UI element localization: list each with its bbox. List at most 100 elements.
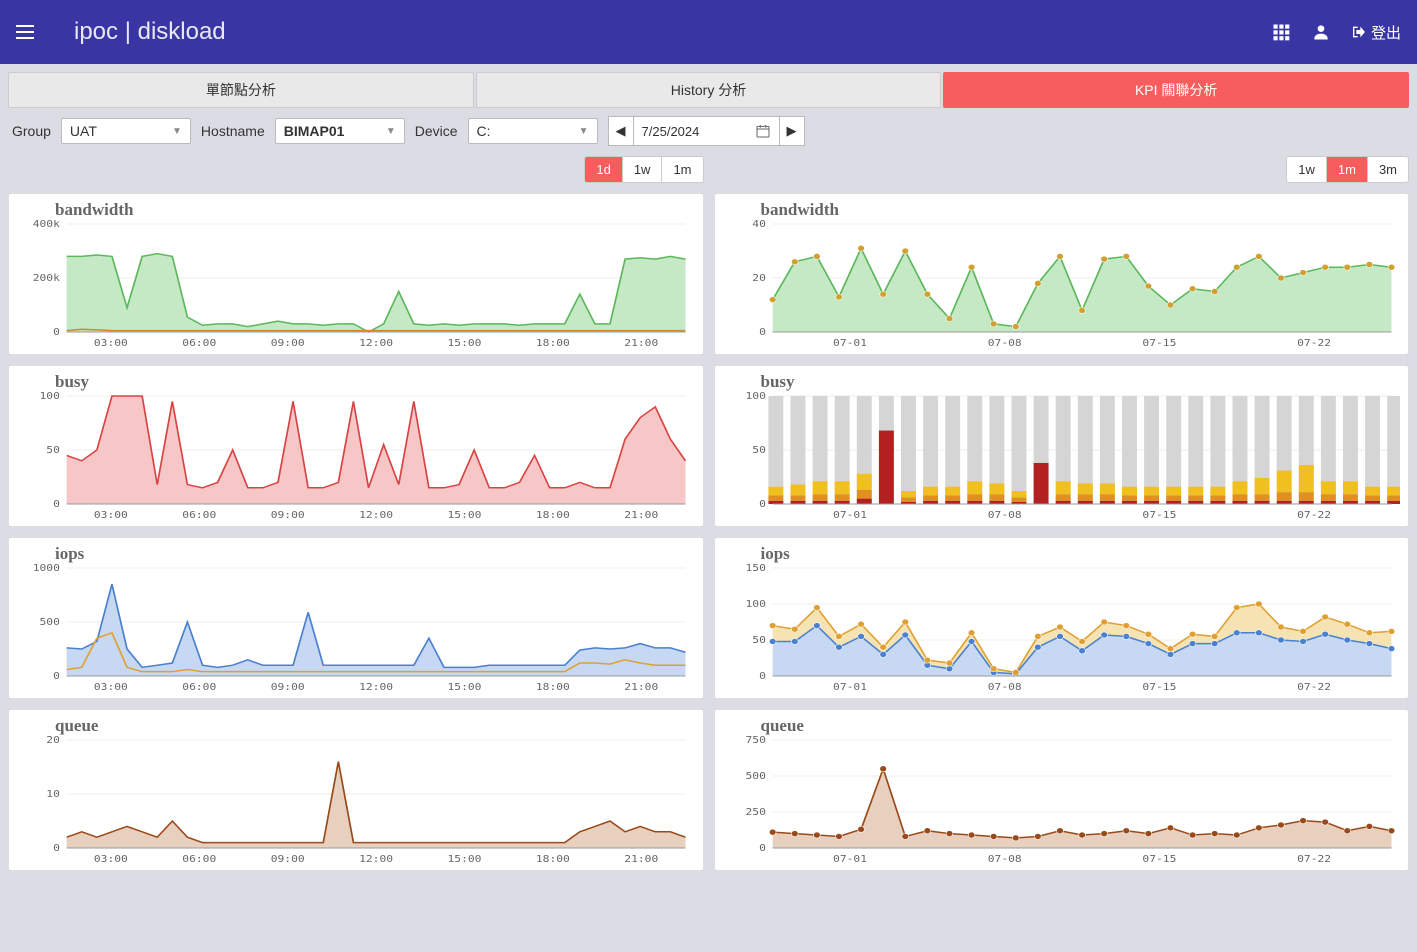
- range-1m[interactable]: 1m: [662, 157, 702, 182]
- chart-iops: iops0500100003:0006:0009:0012:0015:0018:…: [8, 537, 704, 699]
- svg-text:0: 0: [53, 670, 60, 682]
- svg-text:07-08: 07-08: [987, 509, 1021, 521]
- device-label: Device: [415, 123, 458, 139]
- svg-text:06:00: 06:00: [182, 337, 216, 349]
- svg-text:50: 50: [752, 634, 766, 646]
- svg-text:09:00: 09:00: [271, 853, 305, 865]
- svg-text:400k: 400k: [33, 220, 61, 230]
- svg-text:100: 100: [745, 392, 765, 402]
- right-column: 1w1m3m bandwidth0204007-0107-0807-1507-2…: [714, 156, 1410, 871]
- svg-text:07-15: 07-15: [1142, 853, 1176, 865]
- tabs: 單節點分析History 分析KPI 關聯分析: [8, 72, 1409, 108]
- svg-text:07-22: 07-22: [1297, 337, 1331, 349]
- chart-title: busy: [761, 372, 1401, 392]
- group-select[interactable]: UAT▼: [61, 118, 191, 144]
- svg-text:07-08: 07-08: [987, 337, 1021, 349]
- svg-text:07-22: 07-22: [1297, 681, 1331, 693]
- right-range-buttons: 1w1m3m: [1286, 156, 1409, 183]
- svg-text:03:00: 03:00: [94, 681, 128, 693]
- svg-text:21:00: 21:00: [624, 509, 658, 521]
- svg-text:06:00: 06:00: [182, 509, 216, 521]
- chart-title: bandwidth: [55, 200, 695, 220]
- svg-text:07-22: 07-22: [1297, 509, 1331, 521]
- date-prev-button[interactable]: ◀: [608, 116, 634, 146]
- svg-text:07-01: 07-01: [833, 853, 867, 865]
- svg-text:20: 20: [752, 272, 766, 284]
- svg-text:12:00: 12:00: [359, 509, 393, 521]
- svg-text:200k: 200k: [33, 272, 61, 284]
- tab-History 分析[interactable]: History 分析: [476, 72, 942, 108]
- svg-text:250: 250: [745, 806, 765, 818]
- chart-queue: queue 0 250 500 750 07-01 07-08 07-15 07-22: [714, 709, 1410, 871]
- svg-text:15:00: 15:00: [447, 509, 481, 521]
- svg-text:0: 0: [759, 326, 766, 338]
- range-1d[interactable]: 1d: [585, 157, 622, 182]
- svg-text:15:00: 15:00: [447, 681, 481, 693]
- device-select[interactable]: C:▼: [468, 118, 598, 144]
- svg-text:500: 500: [745, 770, 765, 782]
- chart-busy: busy 0 50 100 07-01 07-08 07-15 07-22: [714, 365, 1410, 527]
- group-label: Group: [12, 123, 51, 139]
- svg-text:21:00: 21:00: [624, 337, 658, 349]
- svg-text:10: 10: [46, 788, 60, 800]
- chart-busy: busy05010003:0006:0009:0012:0015:0018:00…: [8, 365, 704, 527]
- svg-text:06:00: 06:00: [182, 853, 216, 865]
- svg-text:150: 150: [745, 564, 765, 574]
- chart-title: bandwidth: [761, 200, 1401, 220]
- svg-text:07-01: 07-01: [833, 337, 867, 349]
- date-next-button[interactable]: ▶: [779, 116, 805, 146]
- chart-queue: queue0102003:0006:0009:0012:0015:0018:00…: [8, 709, 704, 871]
- range-3m[interactable]: 3m: [1368, 157, 1408, 182]
- chart-title: busy: [55, 372, 695, 392]
- svg-text:750: 750: [745, 736, 765, 746]
- chart-title: iops: [55, 544, 695, 564]
- menu-button[interactable]: [16, 18, 44, 46]
- apps-icon[interactable]: [1271, 22, 1291, 42]
- hostname-label: Hostname: [201, 123, 265, 139]
- svg-text:0: 0: [759, 498, 766, 510]
- hostname-select[interactable]: BIMAP01▼: [275, 118, 405, 144]
- svg-text:07-15: 07-15: [1142, 681, 1176, 693]
- chart-title: queue: [55, 716, 695, 736]
- svg-text:07-01: 07-01: [833, 681, 867, 693]
- svg-text:07-08: 07-08: [987, 681, 1021, 693]
- svg-text:50: 50: [752, 444, 766, 456]
- app-title: ipoc | diskload: [74, 18, 226, 46]
- svg-text:15:00: 15:00: [447, 853, 481, 865]
- svg-text:09:00: 09:00: [271, 337, 305, 349]
- tab-KPI 關聯分析[interactable]: KPI 關聯分析: [943, 72, 1409, 108]
- svg-text:0: 0: [759, 842, 766, 854]
- svg-text:09:00: 09:00: [271, 509, 305, 521]
- svg-text:07-15: 07-15: [1142, 509, 1176, 521]
- svg-text:100: 100: [745, 598, 765, 610]
- svg-text:50: 50: [46, 444, 60, 456]
- svg-text:15:00: 15:00: [447, 337, 481, 349]
- svg-text:03:00: 03:00: [94, 337, 128, 349]
- svg-text:07-08: 07-08: [987, 853, 1021, 865]
- logout-button[interactable]: 登出: [1351, 22, 1401, 43]
- svg-text:18:00: 18:00: [536, 509, 570, 521]
- tab-單節點分析[interactable]: 單節點分析: [8, 72, 474, 108]
- date-input[interactable]: 7/25/2024: [634, 116, 779, 146]
- svg-text:18:00: 18:00: [536, 853, 570, 865]
- range-1w[interactable]: 1w: [1287, 157, 1327, 182]
- topbar: ipoc | diskload 登出: [0, 0, 1417, 64]
- svg-text:0: 0: [53, 326, 60, 338]
- svg-text:07-15: 07-15: [1142, 337, 1176, 349]
- svg-text:21:00: 21:00: [624, 681, 658, 693]
- range-1m[interactable]: 1m: [1327, 157, 1368, 182]
- svg-text:12:00: 12:00: [359, 681, 393, 693]
- svg-text:07-22: 07-22: [1297, 853, 1331, 865]
- left-column: 1d1w1m bandwidth 0 200k 400k 03:00 06:00 09:00…: [8, 156, 704, 871]
- svg-text:21:00: 21:00: [624, 853, 658, 865]
- svg-text:0: 0: [53, 842, 60, 854]
- svg-text:07-01: 07-01: [833, 509, 867, 521]
- chart-title: queue: [761, 716, 1401, 736]
- svg-text:09:00: 09:00: [271, 681, 305, 693]
- svg-text:12:00: 12:00: [359, 853, 393, 865]
- range-1w[interactable]: 1w: [623, 157, 663, 182]
- svg-text:100: 100: [40, 392, 60, 402]
- user-icon[interactable]: [1311, 22, 1331, 42]
- svg-text:03:00: 03:00: [94, 853, 128, 865]
- chart-iops: iops05010015007-0107-0807-1507-22: [714, 537, 1410, 699]
